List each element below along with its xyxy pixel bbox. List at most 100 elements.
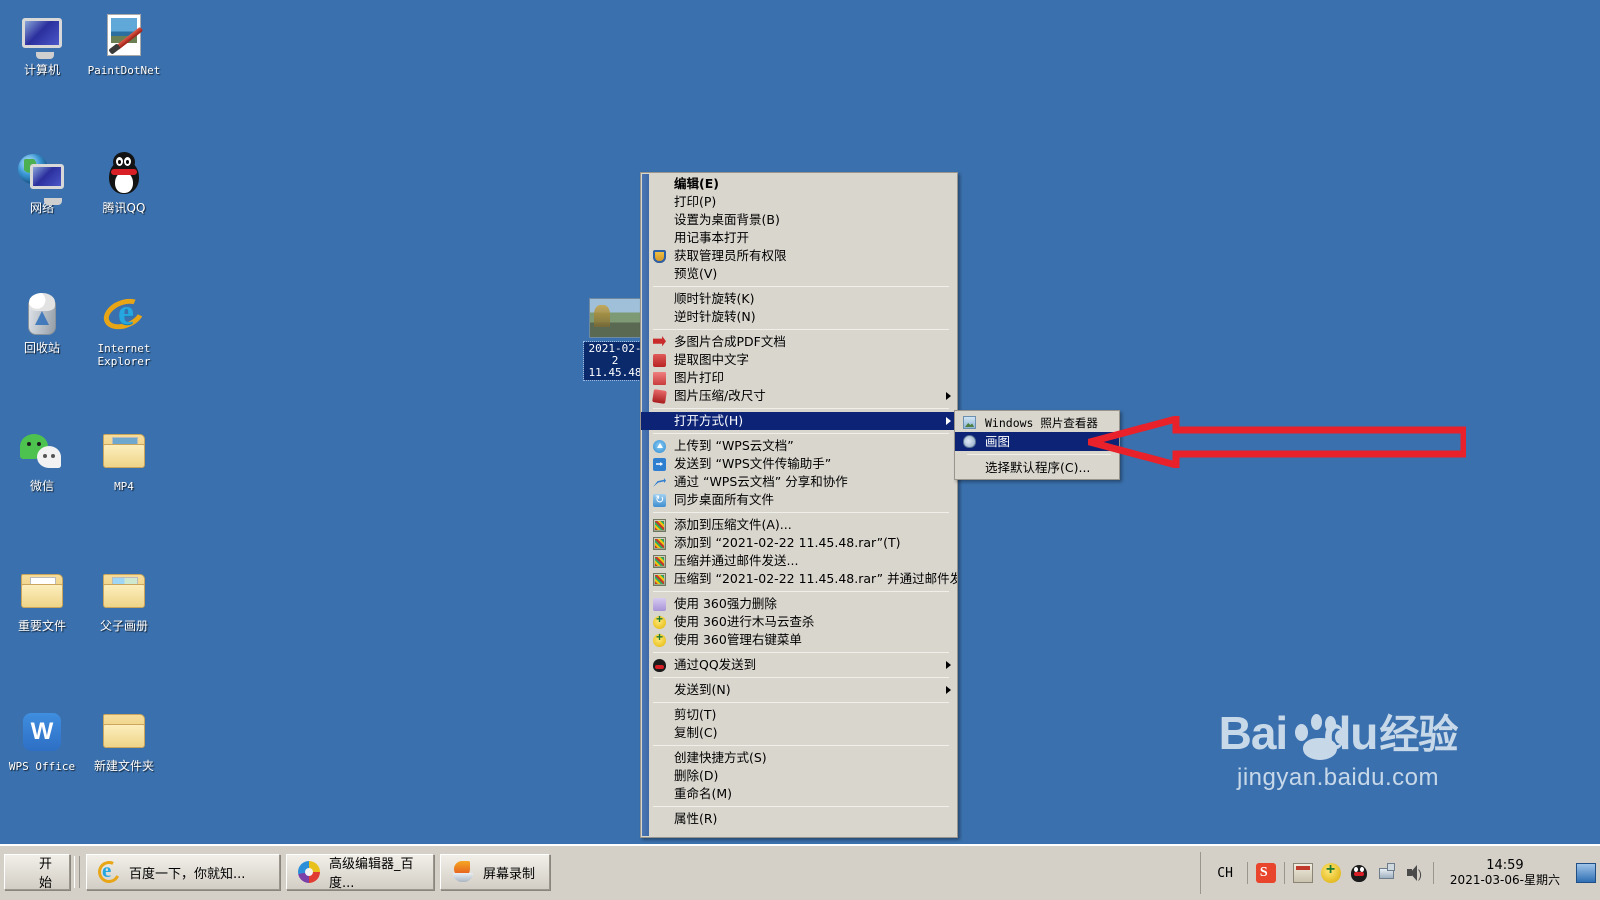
menu-item-preview[interactable]: 预览(V) [641, 265, 957, 283]
menu-item-copy[interactable]: 复制(C) [641, 724, 957, 742]
menu-item-create-shortcut[interactable]: 创建快捷方式(S) [641, 749, 957, 767]
menu-item-label: 压缩并通过邮件发送... [674, 553, 799, 568]
menu-item-send-wps-transfer[interactable]: 发送到 “WPS文件传输助手” [641, 455, 957, 473]
menu-item-share-wps-cloud[interactable]: 通过 “WPS云文档” 分享和协作 [641, 473, 957, 491]
menu-item-add-to-archive[interactable]: 添加到压缩文件(A)... [641, 516, 957, 534]
menu-item-label: 使用 360强力删除 [674, 596, 777, 611]
taskbar-clock[interactable]: 14:59 2021-03-06-星期六 [1442, 858, 1568, 888]
volume-icon[interactable]: ) [1405, 863, 1425, 883]
taskbar-task-recorder[interactable]: 屏幕录制 [440, 854, 550, 890]
desktop-icon-album-folder[interactable]: 父子画册 [82, 568, 166, 633]
computer-icon [18, 12, 66, 60]
menu-item-label: 设置为桌面背景(B) [674, 212, 780, 227]
menu-item-send-via-qq[interactable]: 通过QQ发送到 [641, 656, 957, 674]
menu-item-send-to[interactable]: 发送到(N) [641, 681, 957, 699]
taskbar-task-ie[interactable]: e 百度一下，你就知... [86, 854, 280, 890]
desktop-icon-label: 腾讯QQ [102, 201, 146, 215]
menu-item-360-manage-context-menu[interactable]: 使用 360管理右键菜单 [641, 630, 957, 649]
desktop[interactable]: 计算机 PaintDotNet 网络 腾讯QQ 回收站 e Internet E… [0, 0, 1600, 842]
ime-indicator[interactable]: CH [1211, 866, 1239, 881]
desktop-icon-important-files[interactable]: 重要文件 [0, 568, 84, 633]
desktop-icon-recycle-bin[interactable]: 回收站 [0, 290, 84, 355]
tencent-qq-icon [100, 150, 148, 198]
pdf-icon [653, 336, 666, 347]
network-icon[interactable] [1377, 863, 1397, 883]
taskbar-task-label: 高级编辑器_百度... [329, 857, 414, 891]
menu-separator [653, 745, 949, 746]
menu-item-360-force-delete[interactable]: 使用 360强力删除 [641, 595, 957, 613]
show-desktop-icon[interactable] [1576, 863, 1596, 883]
menu-item-label: 上传到 “WPS云文档” [674, 438, 794, 453]
menu-separator [653, 702, 949, 703]
360-delete-icon [653, 598, 666, 611]
paint-icon [963, 435, 976, 448]
desktop-icon-tencent-qq[interactable]: 腾讯QQ [82, 150, 166, 215]
paintdotnet-icon [100, 12, 148, 60]
menu-item-add-to-named-rar[interactable]: 添加到 “2021-02-22 11.45.48.rar”(T) [641, 534, 957, 552]
menu-item-properties[interactable]: 属性(R) [641, 810, 957, 828]
taskbar[interactable]: 开始 e 百度一下，你就知... 高级编辑器_百度... 屏幕录制 CH S +… [0, 842, 1600, 900]
watermark-brand-cn: 经验 [1379, 712, 1458, 758]
menu-item-label: 重命名(M) [674, 786, 733, 801]
desktop-icon-new-folder[interactable]: 新建文件夹 [82, 708, 166, 773]
menu-item-set-as-wallpaper[interactable]: 设置为桌面背景(B) [641, 211, 957, 229]
menu-item-label: 通过QQ发送到 [674, 657, 757, 672]
menu-item-image-print[interactable]: 图片打印 [641, 369, 957, 387]
desktop-icon-label: 微信 [29, 479, 54, 493]
menu-item-rename[interactable]: 重命名(M) [641, 785, 957, 803]
menu-separator [653, 329, 949, 330]
start-button[interactable]: 开始 [4, 854, 70, 891]
quick-launch-grip[interactable] [74, 856, 80, 888]
selected-file-item[interactable]: 2021-02-2 11.45.48 [583, 298, 647, 381]
menu-item-cut[interactable]: 剪切(T) [641, 706, 957, 724]
menu-item-rotate-ccw[interactable]: 逆时针旋转(N) [641, 308, 957, 326]
desktop-icon-wps-office[interactable]: W WPS Office [0, 708, 84, 773]
menu-item-sync-desktop[interactable]: 同步桌面所有文件 [641, 491, 957, 509]
desktop-icon-label: 父子画册 [99, 619, 148, 633]
menu-separator [653, 677, 949, 678]
desktop-icon-computer[interactable]: 计算机 [0, 12, 84, 77]
menu-item-label: 图片打印 [674, 370, 725, 385]
folder-docs-icon [18, 568, 66, 616]
desktop-icon-label: 计算机 [23, 63, 60, 77]
menu-item-rotate-cw[interactable]: 顺时针旋转(K) [641, 290, 957, 308]
menu-item-open-with[interactable]: 打开方式(H) [641, 412, 957, 430]
chevron-right-icon [946, 661, 951, 669]
context-menu[interactable]: 编辑(E) 打印(P) 设置为桌面背景(B) 用记事本打开 获取管理员所有权限 … [640, 172, 958, 838]
menu-item-label: 删除(D) [674, 768, 719, 783]
desktop-icon-network[interactable]: 网络 [0, 150, 84, 215]
menu-item-upload-wps-cloud[interactable]: 上传到 “WPS云文档” [641, 437, 957, 455]
menu-item-print[interactable]: 打印(P) [641, 193, 957, 211]
menu-item-images-to-pdf[interactable]: 多图片合成PDF文档 [641, 333, 957, 351]
menu-item-360-trojan-scan[interactable]: 使用 360进行木马云查杀 [641, 612, 957, 631]
desktop-icon-internet-explorer[interactable]: e Internet Explorer [82, 290, 166, 368]
menu-item-delete[interactable]: 删除(D) [641, 767, 957, 785]
desktop-icon-mp4-folder[interactable]: MP4 [82, 428, 166, 493]
menu-item-edit[interactable]: 编辑(E) [641, 175, 957, 193]
menu-item-archive-named-and-email[interactable]: 压缩到 “2021-02-22 11.45.48.rar” 并通过邮件发送 [641, 570, 957, 588]
menu-item-label: 属性(R) [674, 811, 718, 826]
desktop-icon-paintdotnet[interactable]: PaintDotNet [82, 12, 166, 77]
qq-icon[interactable] [1349, 863, 1369, 883]
wechat-icon [18, 428, 66, 476]
desktop-icon-label: 重要文件 [17, 619, 66, 633]
menu-item-open-with-notepad[interactable]: 用记事本打开 [641, 229, 957, 247]
360-icon[interactable]: + [1320, 861, 1341, 883]
calendar-icon[interactable] [1292, 863, 1313, 883]
tray-divider [1246, 862, 1248, 884]
menu-item-label: 编辑(E) [674, 176, 719, 191]
desktop-icon-wechat[interactable]: 微信 [0, 428, 84, 493]
menu-item-take-ownership[interactable]: 获取管理员所有权限 [641, 247, 957, 265]
folder-icon [100, 708, 148, 756]
resize-icon [652, 389, 667, 404]
start-button-label: 开始 [39, 857, 53, 891]
taskbar-task-browser[interactable]: 高级编辑器_百度... [286, 854, 434, 891]
menu-item-archive-and-email[interactable]: 压缩并通过邮件发送... [641, 552, 957, 570]
system-tray[interactable]: CH S + ) 14:59 2021-03-06-星期六 [1200, 852, 1596, 894]
menu-item-image-compress[interactable]: 图片压缩/改尺寸 [641, 387, 957, 405]
sogou-icon[interactable]: S [1255, 863, 1276, 883]
chevron-right-icon [946, 392, 951, 400]
menu-item-extract-text[interactable]: 提取图中文字 [641, 351, 957, 369]
desktop-icon-label: 网络 [29, 201, 54, 215]
winrar-icon [653, 519, 666, 532]
